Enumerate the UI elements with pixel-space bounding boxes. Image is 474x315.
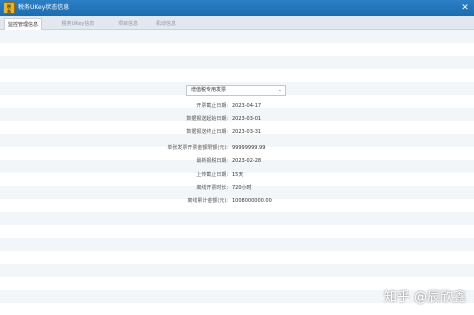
app-logo-icon: 税务 — [3, 2, 15, 14]
field-value: 720小时 — [232, 185, 252, 191]
field-label: 离线开票时长: — [196, 185, 228, 191]
field-value: 2023-02-28 — [232, 158, 262, 164]
field-value: 2023-04-17 — [232, 103, 262, 109]
field-label: 最新报税日期: — [196, 158, 228, 164]
field-row-upload-deadline: 上传截止日期: 15天 — [0, 169, 474, 182]
stripe — [0, 30, 474, 43]
field-value: 2023-03-31 — [232, 129, 262, 135]
tab-mobile-info[interactable]: 机动信息 — [150, 18, 182, 30]
tab-ukey-info[interactable]: 税务UKey信息 — [56, 18, 100, 30]
field-row-offline-total-amount: 离线累计金额(元): 1008000000.00 — [0, 195, 474, 208]
field-label: 开票截止日期: — [196, 103, 228, 109]
stripe — [0, 238, 474, 251]
watermark-text: 知乎 @辰欣鑫 — [383, 290, 466, 305]
stripe — [0, 264, 474, 277]
invoice-type-select-value: 增值税专用发票 — [191, 87, 227, 93]
field-row-latest-tax-report: 最新报税日期: 2023-02-28 — [0, 155, 474, 168]
chevron-down-icon[interactable]: ⌄ — [278, 86, 282, 95]
field-label: 单张发票开票金额限额(元): — [167, 145, 228, 151]
field-label: 数据报送起始日期: — [186, 116, 228, 122]
field-row-single-invoice-limit: 单张发票开票金额限额(元): 99999999.99 — [0, 142, 474, 155]
invoice-type-select[interactable]: 增值税专用发票 ⌄ — [186, 85, 286, 96]
tab-bar: 监控管理信息 税务UKey信息 项目信息 机动信息 — [0, 16, 474, 30]
window-titlebar: 税务 税务UKey状态信息 ✕ — [0, 0, 474, 16]
field-value: 15天 — [232, 172, 244, 178]
field-value: 2023-03-01 — [232, 116, 262, 122]
field-value: 99999999.99 — [232, 145, 266, 151]
field-label: 离线累计金额(元): — [187, 198, 228, 204]
field-row-report-end: 数据报送终止日期: 2023-03-31 — [0, 126, 474, 139]
tab-monitor-info[interactable]: 监控管理信息 — [4, 18, 42, 30]
field-label: 数据报送终止日期: — [186, 129, 228, 135]
field-value: 1008000000.00 — [232, 198, 272, 204]
window-title: 税务UKey状态信息 — [18, 4, 70, 11]
tab-project-info[interactable]: 项目信息 — [112, 18, 144, 30]
field-row-invoice-deadline: 开票截止日期: 2023-04-17 — [0, 100, 474, 113]
field-label: 上传截止日期: — [196, 172, 228, 178]
stripe — [0, 56, 474, 69]
stripe — [0, 212, 474, 225]
field-row-offline-duration: 离线开票时长: 720小时 — [0, 182, 474, 195]
field-row-report-start: 数据报送起始日期: 2023-03-01 — [0, 113, 474, 126]
close-icon[interactable]: ✕ — [460, 3, 470, 13]
